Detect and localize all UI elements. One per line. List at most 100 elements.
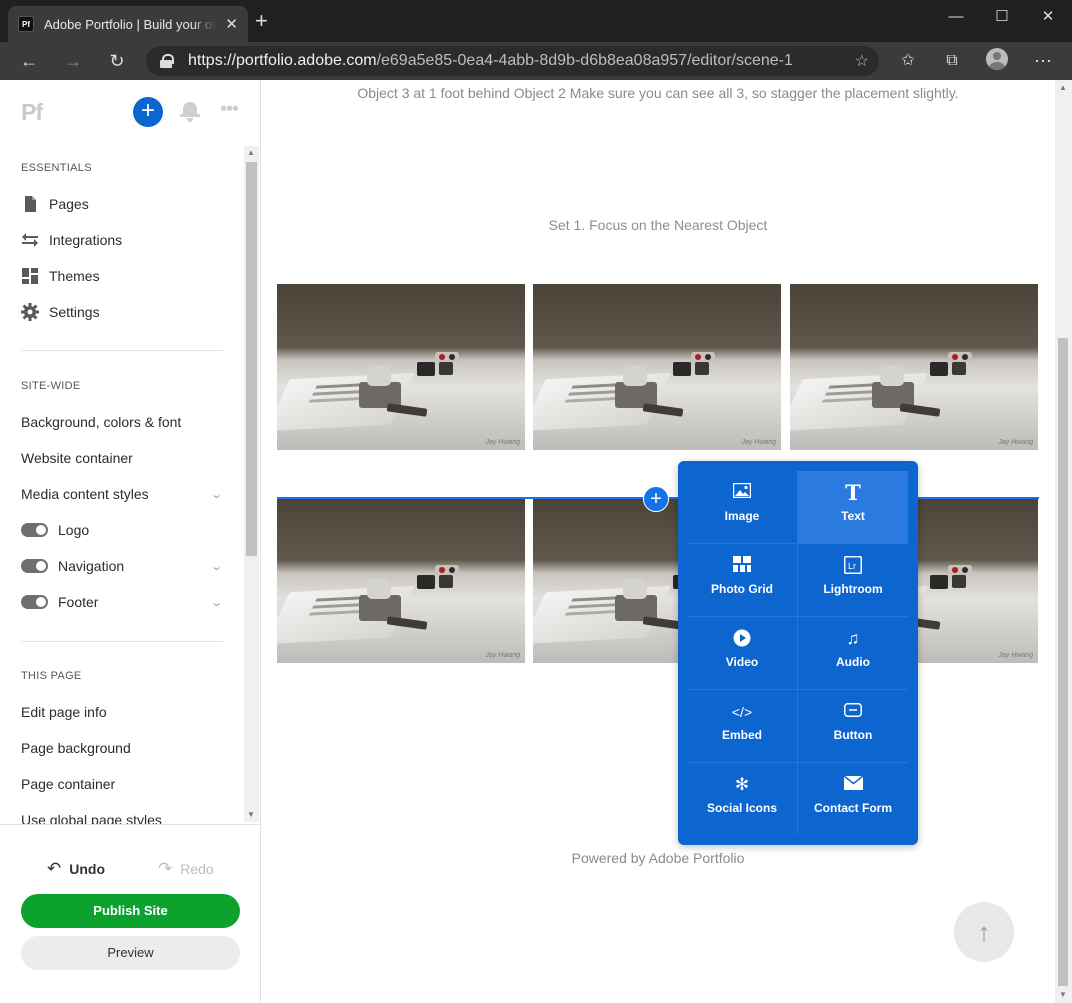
insert-plus-button[interactable]: + [643, 486, 669, 512]
page-icon [21, 195, 39, 213]
sidebar-item-label: Logo [58, 522, 90, 538]
sidebar-item-edit-page-info[interactable]: Edit page info [21, 702, 107, 722]
photo[interactable]: Jay Hwang [790, 284, 1038, 450]
insert-video-button[interactable]: Video [687, 617, 797, 689]
sidebar-item-use-global-page-styles[interactable]: Use global page styles [21, 810, 162, 824]
sidebar-menu: ESSENTIALS Pages Integrations Themes Set… [0, 144, 261, 824]
insert-social-icons-button[interactable]: ✻ Social Icons [687, 763, 797, 835]
sidebar-item-label: Themes [49, 268, 100, 284]
gear-icon [21, 303, 39, 321]
navigation-toggle[interactable] [21, 559, 48, 573]
insert-item-label: Contact Form [814, 801, 892, 815]
chevron-down-icon[interactable]: ⌄ [210, 488, 223, 501]
tab-title: Adobe Portfolio | Build your own persona… [44, 16, 218, 32]
insert-embed-button[interactable]: </> Embed [687, 690, 797, 762]
scroll-down-icon[interactable]: ▼ [247, 810, 255, 819]
insert-item-label: Text [841, 509, 865, 523]
add-button[interactable]: + [133, 97, 163, 127]
logo-toggle[interactable] [21, 523, 48, 537]
sidebar-item-settings[interactable]: Settings [21, 302, 100, 322]
scroll-down-icon[interactable]: ▼ [1059, 990, 1067, 999]
sidebar-item-label: Page container [21, 776, 116, 792]
close-icon[interactable]: ✕ [225, 15, 238, 33]
chevron-down-icon[interactable]: ⌄ [210, 560, 223, 573]
url-host: https://portfolio.adobe.com [188, 52, 377, 69]
sidebar-item-page-container[interactable]: Page container [21, 774, 115, 794]
sidebar-item-integrations[interactable]: Integrations [21, 230, 122, 250]
insert-audio-button[interactable]: ♫ Audio [798, 617, 908, 689]
insert-image-button[interactable]: Image [687, 471, 797, 543]
insert-photo-grid-button[interactable]: Photo Grid [687, 544, 797, 616]
section-label-sitewide: SITE-WIDE [21, 380, 81, 392]
publish-site-button[interactable]: Publish Site [21, 894, 240, 928]
browser-navbar: ← → ↻ https://portfolio.adobe.com /e69a5… [0, 42, 1072, 80]
more-options-icon[interactable]: ••• [220, 98, 239, 121]
redo-label: Redo [180, 861, 214, 877]
audio-icon: ♫ [846, 629, 860, 648]
sidebar-item-media-content-styles[interactable]: Media content styles [21, 484, 149, 504]
insert-item-label: Image [724, 509, 760, 523]
photo[interactable]: Jay Hwang [277, 284, 525, 450]
sidebar-scrollbar-thumb[interactable] [246, 162, 257, 556]
sidebar-item-label: Footer [58, 594, 99, 610]
more-icon[interactable]: ⋯ [1031, 49, 1055, 73]
sidebar-item-pages[interactable]: Pages [21, 194, 89, 214]
back-icon[interactable]: ← [17, 49, 41, 73]
redo-button[interactable]: ↷ Redo [158, 859, 214, 879]
sidebar-item-background-colors-font[interactable]: Background, colors & font [21, 412, 181, 432]
favorites-icon[interactable]: ✩ [896, 49, 920, 73]
chevron-down-icon[interactable]: ⌄ [210, 596, 223, 609]
refresh-icon[interactable]: ↻ [105, 49, 129, 73]
browser-tab[interactable]: Pf Adobe Portfolio | Build your own pers… [8, 6, 248, 42]
undo-button[interactable]: ↶ Undo [47, 859, 105, 879]
page-scrollbar-thumb[interactable] [1058, 338, 1068, 986]
collections-icon[interactable]: ⧉ [940, 49, 964, 73]
footer-toggle[interactable] [21, 595, 48, 609]
sidebar-item-label: Use global page styles [21, 812, 162, 824]
new-tab-icon[interactable]: + [255, 10, 268, 32]
insert-contact-form-button[interactable]: Contact Form [798, 763, 908, 835]
button-icon [798, 702, 908, 722]
sidebar-item-page-background[interactable]: Page background [21, 738, 131, 758]
forward-icon[interactable]: → [61, 49, 85, 73]
undo-label: Undo [69, 861, 106, 877]
insert-lightroom-button[interactable]: Lr Lightroom [798, 544, 908, 616]
insert-item-label: Embed [721, 728, 762, 742]
sidebar-item-website-container[interactable]: Website container [21, 448, 133, 468]
window-close-icon[interactable]: ✕ [1025, 6, 1071, 28]
photo-grid-icon [687, 556, 797, 576]
themes-icon [21, 267, 39, 285]
sidebar-item-footer[interactable]: Footer [21, 592, 98, 612]
intro-text[interactable]: Object 3 at 1 foot behind Object 2 Make … [261, 85, 1055, 101]
social-icons-icon: ✻ [734, 775, 750, 794]
insert-item-label: Lightroom [823, 582, 883, 596]
preview-button[interactable]: Preview [21, 936, 240, 970]
sidebar-item-label: Pages [49, 196, 89, 212]
sidebar-item-themes[interactable]: Themes [21, 266, 100, 286]
sidebar-item-label: Settings [49, 304, 100, 320]
back-to-top-button[interactable]: ↑ [954, 902, 1014, 962]
scroll-up-icon[interactable]: ▲ [247, 148, 255, 157]
set-title[interactable]: Set 1. Focus on the Nearest Object [261, 217, 1055, 233]
maximize-icon[interactable]: ☐ [979, 6, 1025, 28]
photo[interactable]: Jay Hwang [277, 497, 525, 663]
svg-text:Lr: Lr [848, 561, 856, 571]
insert-text-button[interactable]: T Text [798, 471, 908, 543]
sidebar-item-logo[interactable]: Logo [21, 520, 89, 540]
sidebar-item-label: Edit page info [21, 704, 107, 720]
powered-by[interactable]: Powered by Adobe Portfolio [261, 850, 1055, 866]
minimize-icon[interactable]: — [933, 6, 979, 28]
photo-credit: Jay Hwang [998, 652, 1033, 659]
photo-credit: Jay Hwang [741, 439, 776, 446]
profile-avatar[interactable] [986, 48, 1008, 70]
photo[interactable]: Jay Hwang [533, 284, 781, 450]
url-path: /e69a5e85-0ea4-4abb-8d9b-d6b8ea08a957/ed… [376, 52, 793, 69]
address-bar[interactable]: https://portfolio.adobe.com /e69a5e85-0e… [146, 46, 879, 76]
sidebar-item-navigation[interactable]: Navigation [21, 556, 124, 576]
scroll-up-icon[interactable]: ▲ [1059, 83, 1067, 92]
favorite-star-icon[interactable]: ☆ [855, 51, 869, 71]
text-icon: T [845, 480, 861, 505]
video-icon [687, 629, 797, 649]
bell-icon[interactable] [180, 100, 200, 122]
insert-button-button[interactable]: Button [798, 690, 908, 762]
